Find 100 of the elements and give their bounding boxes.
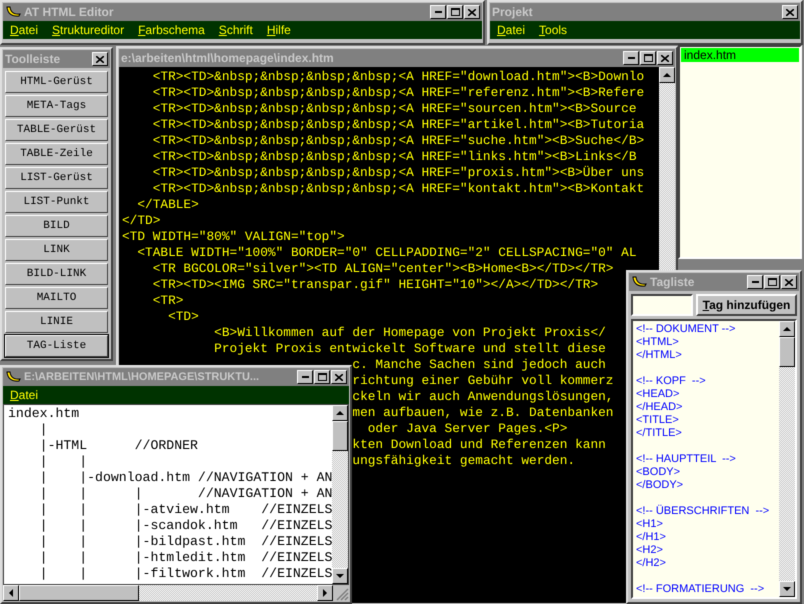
code-line: oder Java Server Pages.<P> — [368, 421, 568, 437]
window-title: Toolleiste — [5, 52, 62, 66]
scroll-up-button[interactable] — [332, 405, 348, 421]
code-line: Projekt Proxis entwickelt Software und stellt diese — [214, 341, 606, 357]
scroll-down-button[interactable] — [779, 581, 795, 597]
close-button[interactable] — [331, 370, 347, 384]
tree-line: index.htm — [8, 406, 80, 422]
tree-line: | — [38, 422, 49, 438]
tag-list-item[interactable]: <BODY> — [636, 466, 776, 479]
code-line: </TD> — [122, 213, 160, 229]
close-button[interactable] — [92, 52, 108, 66]
scrollbar[interactable] — [332, 405, 348, 584]
arrow-up-icon — [783, 327, 791, 331]
scrollbar-thumb[interactable] — [332, 421, 348, 451]
tag-list-item[interactable]: <TITLE> — [636, 414, 776, 427]
close-button[interactable] — [782, 5, 798, 19]
minimize-button[interactable] — [297, 370, 313, 384]
tree-line: | | |-atview.htm //EINZELS — [38, 502, 332, 518]
tag-list-item[interactable]: </BODY> — [636, 479, 776, 492]
arrow-right-icon — [323, 589, 327, 597]
tool-button[interactable]: META-Tags — [5, 95, 108, 117]
tool-button[interactable]: BILD-LINK — [5, 263, 108, 285]
menu-item[interactable]: Datei — [10, 23, 38, 37]
tag-list-item[interactable]: </HEAD> — [636, 401, 776, 414]
tool-button[interactable]: TABLE-Zeile — [5, 143, 108, 165]
tag-list-item[interactable]: </H1> — [636, 531, 776, 544]
tag-list-item[interactable]: <!-- HAUPTTEIL --> — [636, 453, 776, 466]
tree-line: | | |-scandok.htm //EINZELS — [38, 518, 332, 534]
arrow-up-icon — [336, 411, 344, 415]
tag-list-item[interactable]: <!-- FORMATIERUNG --> — [636, 583, 776, 596]
tag-list-item[interactable]: <!-- KOPF --> — [636, 375, 776, 388]
maximize-button[interactable] — [314, 370, 330, 384]
tool-button[interactable]: LINK — [5, 239, 108, 261]
scrollbar-thumb[interactable] — [779, 337, 795, 367]
tool-button[interactable]: TABLE-Gerüst — [5, 119, 108, 141]
scroll-down-button[interactable] — [332, 568, 348, 584]
close-button[interactable] — [781, 275, 797, 289]
scroll-up-button[interactable] — [659, 67, 675, 83]
arrow-up-icon — [663, 73, 671, 77]
close-button[interactable] — [657, 51, 673, 65]
menu-item[interactable]: Datei — [497, 23, 526, 37]
minimize-button[interactable] — [623, 51, 639, 65]
code-line: richtung einer Gebühr voll kommerz — [352, 373, 614, 389]
scrollbar-thumb[interactable] — [19, 585, 139, 601]
window-title: AT HTML Editor — [24, 5, 115, 19]
horizontal-scrollbar[interactable] — [3, 585, 349, 601]
banana-icon — [5, 5, 21, 19]
menu-item[interactable]: Hilfe — [266, 23, 291, 37]
menu-item[interactable]: Struktureditor — [52, 23, 124, 37]
close-icon — [785, 278, 793, 286]
tool-button[interactable]: TAG-Liste — [5, 335, 108, 357]
scroll-right-button[interactable] — [317, 585, 333, 601]
tag-list-item[interactable]: </TITLE> — [636, 427, 776, 440]
tree-line: | | |-filtwork.htm //EINZELS — [38, 566, 332, 582]
tag-list-item[interactable]: <HEAD> — [636, 388, 776, 401]
tag-list-item[interactable]: </HTML> — [636, 349, 776, 362]
tag-list-item[interactable]: <!-- DOKUMENT --> — [636, 323, 776, 336]
close-button[interactable] — [464, 5, 480, 19]
tag-input-field[interactable] — [631, 294, 693, 316]
maximize-button[interactable] — [764, 275, 780, 289]
scroll-left-button[interactable] — [3, 585, 19, 601]
code-line: kten Download und Referenzen kann — [352, 437, 606, 453]
tree-line: |-HTML //ORDNER — [38, 438, 199, 454]
close-icon — [468, 8, 476, 16]
scrollbar[interactable] — [659, 67, 675, 270]
tool-button[interactable]: BILD — [5, 215, 108, 237]
tool-button[interactable]: LINIE — [5, 311, 108, 333]
menu-item[interactable]: Schrift — [218, 23, 253, 37]
menu-item[interactable]: Farbschema — [138, 23, 205, 37]
maximize-button[interactable] — [640, 51, 656, 65]
code-line: <TR BGCOLOR="silver"><TD ALIGN="center"><B>Home<B></TD></TR> — [152, 261, 614, 277]
maximize-icon — [768, 278, 776, 286]
minimize-button[interactable] — [747, 275, 763, 289]
window-title: Projekt — [492, 5, 534, 19]
tag-list-item[interactable]: <H2> — [636, 544, 776, 557]
window-title: E:\ARBEITEN\HTML\HOMEPAGE\STRUKTU... — [24, 371, 260, 383]
menu-item[interactable]: Datei — [10, 388, 38, 402]
tool-button[interactable]: MAILTO — [5, 287, 108, 309]
tag-list-item[interactable]: <!-- ÜBERSCHRIFTEN --> — [636, 505, 776, 518]
code-line: <TR><TD>&nbsp;&nbsp;&nbsp;&nbsp;<A HREF="referenz.htm"><B>Refere — [152, 85, 644, 101]
tag-list-item[interactable]: </H2> — [636, 557, 776, 570]
close-icon — [786, 8, 794, 16]
code-line: <TR><TD>&nbsp;&nbsp;&nbsp;&nbsp;<A HREF="proxis.htm"><B>Über uns — [152, 165, 644, 181]
scrollbar[interactable] — [779, 321, 795, 597]
tool-button[interactable]: LIST-Punkt — [5, 191, 108, 213]
maximize-icon — [644, 54, 652, 62]
scroll-up-button[interactable] — [779, 321, 795, 337]
menu-item[interactable]: Tools — [539, 23, 568, 37]
maximize-button[interactable] — [447, 5, 463, 19]
code-line: ungsfähigkeit gemacht werden. — [352, 453, 576, 469]
add-tag-button[interactable]: Tag hinzufügen — [696, 294, 797, 316]
tool-button[interactable]: HTML-Gerüst — [5, 71, 108, 93]
minimize-button[interactable] — [430, 5, 446, 19]
code-line: <TABLE WIDTH="100%" BORDER="0" CELLPADDING="2" CELLSPACING="0" AL — [137, 245, 637, 261]
tag-list-item[interactable]: <H1> — [636, 518, 776, 531]
maximize-icon — [450, 8, 460, 16]
tag-list-item[interactable]: <HTML> — [636, 336, 776, 349]
code-line: <TR><TD>&nbsp;&nbsp;&nbsp;&nbsp;<A HREF="kontakt.htm"><B>Kontakt — [152, 181, 644, 197]
file-item[interactable]: index.htm — [681, 48, 799, 62]
tool-button[interactable]: LIST-Gerüst — [5, 167, 108, 189]
